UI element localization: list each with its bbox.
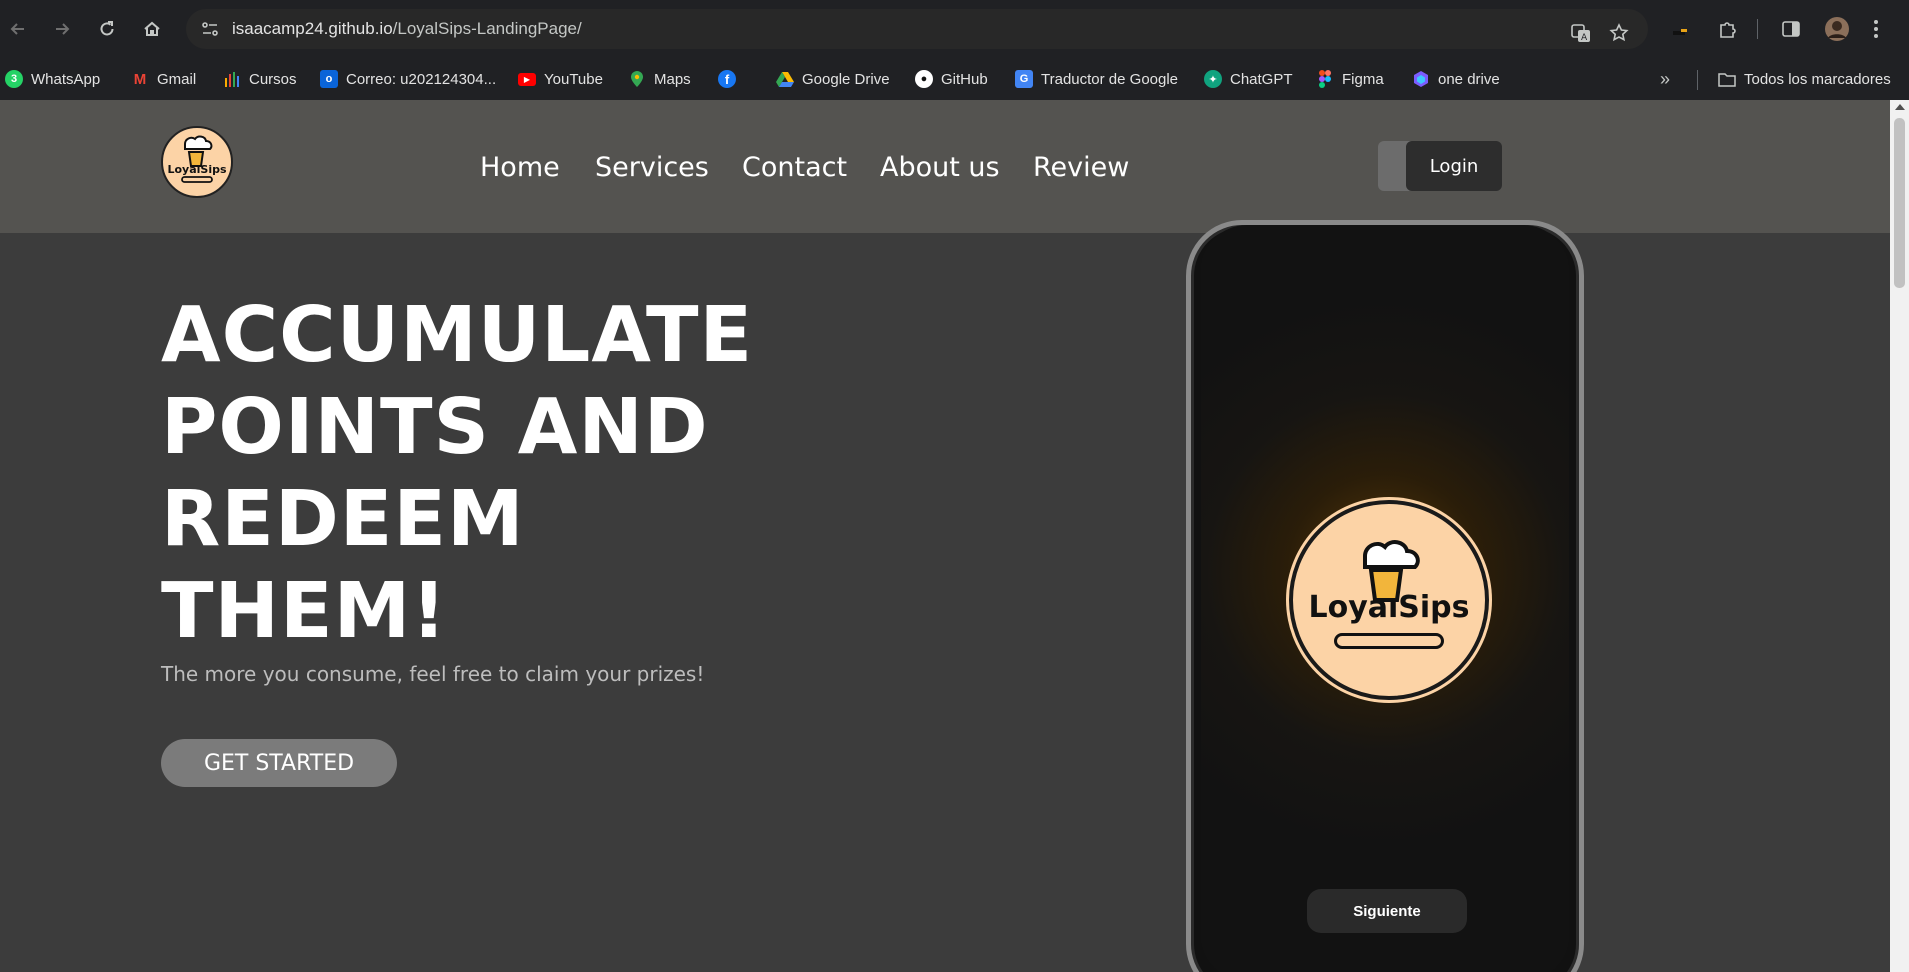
site-header: LoyalSips Home Services Contact About us…	[0, 100, 1890, 233]
svg-text:A: A	[1581, 33, 1588, 43]
bookmark-maps[interactable]: Maps	[628, 68, 691, 90]
site-settings-icon[interactable]	[200, 19, 220, 39]
bookmark-label: Google Drive	[802, 70, 890, 88]
maps-icon	[628, 70, 646, 88]
landing-page: LoyalSips Home Services Contact About us…	[0, 100, 1890, 972]
google-drive-icon	[776, 70, 794, 88]
onedrive-icon	[1412, 70, 1430, 88]
login-button[interactable]: Login	[1406, 141, 1502, 191]
nav-review[interactable]: Review	[1033, 152, 1129, 183]
hero-title-line: POINTS AND	[161, 383, 709, 472]
side-panel-icon[interactable]	[1775, 13, 1807, 45]
translate-icon[interactable]: A	[1566, 18, 1596, 48]
google-translate-icon: G	[1015, 70, 1033, 88]
logo-text: LoyalSips	[167, 163, 226, 176]
extension-icon[interactable]	[1665, 13, 1697, 45]
browser-chrome: isaacamp24.github.io/LoyalSips-LandingPa…	[0, 0, 1909, 100]
hero-title: ACCUMULATE POINTS AND REDEEM THEM!	[161, 290, 861, 658]
beer-logo-icon: LoyalSips	[167, 135, 227, 183]
bookmark-whatsapp[interactable]: 3 WhatsApp	[5, 68, 100, 90]
forward-icon[interactable]	[44, 11, 80, 47]
hero-title-line: REDEEM	[161, 475, 525, 564]
bookmark-label: ChatGPT	[1230, 70, 1293, 88]
bookmark-correo[interactable]: o Correo: u202124304...	[320, 68, 496, 90]
gmail-icon: M	[133, 70, 147, 88]
siguiente-button[interactable]: Siguiente	[1307, 889, 1467, 933]
nav-about-us[interactable]: About us	[880, 152, 1000, 183]
bookmark-traductor[interactable]: G Traductor de Google	[1015, 68, 1178, 90]
bookmark-cursos[interactable]: Cursos	[223, 68, 297, 90]
facebook-icon: f	[718, 70, 736, 88]
extensions-puzzle-icon[interactable]	[1712, 13, 1744, 45]
folder-icon	[1718, 70, 1736, 88]
bookmark-label: Traductor de Google	[1041, 70, 1179, 88]
hero-subtitle: The more you consume, feel free to claim…	[161, 662, 705, 686]
phone-screen: LoyalSips Siguiente	[1201, 225, 1569, 972]
bookmark-github[interactable]: ● GitHub	[915, 68, 988, 90]
bookmark-chatgpt[interactable]: ✦ ChatGPT	[1204, 68, 1293, 90]
bookmark-onedrive[interactable]: one drive	[1412, 68, 1500, 90]
profile-avatar[interactable]	[1821, 13, 1853, 45]
bookmark-figma[interactable]: Figma	[1316, 68, 1384, 90]
bookmark-label: Gmail	[157, 70, 197, 88]
hero-title-line: THEM!	[161, 567, 448, 656]
bookmark-label: YouTube	[544, 70, 603, 88]
back-icon[interactable]	[0, 11, 36, 47]
bookmark-gmail[interactable]: M Gmail	[131, 68, 196, 90]
login-area: Login	[1378, 141, 1502, 191]
page-scrollbar[interactable]	[1890, 100, 1909, 972]
scroll-up-icon[interactable]	[1895, 104, 1905, 110]
whatsapp-icon: 3	[5, 70, 23, 88]
url-text[interactable]: isaacamp24.github.io/LoyalSips-LandingPa…	[232, 19, 582, 39]
bookmark-label: Maps	[654, 70, 691, 88]
bookmark-facebook[interactable]: f	[718, 68, 744, 90]
nav-home[interactable]: Home	[480, 152, 560, 183]
bookmark-label: Correo: u202124304...	[346, 70, 497, 88]
bookmark-label: WhatsApp	[31, 70, 101, 88]
bookmark-star-icon[interactable]	[1604, 18, 1634, 48]
figma-icon	[1316, 70, 1334, 88]
scroll-thumb[interactable]	[1894, 118, 1905, 288]
url-path: /LoyalSips-LandingPage/	[392, 19, 582, 38]
bookmarks-bar: 3 WhatsApp M Gmail Cursos o Correo: u202…	[0, 58, 1909, 100]
cursos-icon	[223, 70, 241, 88]
phone-logo: LoyalSips	[1289, 500, 1489, 700]
hero-title-line: ACCUMULATE	[161, 291, 754, 380]
url-host: isaacamp24.github.io	[232, 19, 393, 38]
get-started-button[interactable]: GET STARTED	[161, 739, 397, 787]
bookmark-google-drive[interactable]: Google Drive	[776, 68, 890, 90]
phone-mockup: LoyalSips Siguiente	[1186, 220, 1584, 972]
toolbar-divider	[1757, 19, 1758, 39]
reload-icon[interactable]	[89, 11, 125, 47]
bookmarks-divider	[1697, 70, 1698, 90]
github-icon: ●	[915, 70, 933, 88]
nav-services[interactable]: Services	[595, 152, 709, 183]
more-bookmarks-icon[interactable]: »	[1660, 68, 1670, 90]
browser-toolbar: isaacamp24.github.io/LoyalSips-LandingPa…	[0, 0, 1909, 58]
bookmark-label: Cursos	[249, 70, 297, 88]
chatgpt-icon: ✦	[1204, 70, 1222, 88]
bookmark-label: one drive	[1438, 70, 1500, 88]
home-icon[interactable]	[134, 11, 170, 47]
bookmark-label: GitHub	[941, 70, 988, 88]
bookmark-label: Figma	[1342, 70, 1384, 88]
bookmark-youtube[interactable]: ▶ YouTube	[518, 68, 603, 90]
address-bar[interactable]: isaacamp24.github.io/LoyalSips-LandingPa…	[186, 9, 1648, 49]
all-bookmarks[interactable]: Todos los marcadores	[1718, 68, 1891, 90]
beer-logo-icon	[1363, 540, 1420, 602]
nav-contact[interactable]: Contact	[742, 152, 847, 183]
outlook-icon: o	[320, 70, 338, 88]
logo[interactable]: LoyalSips	[161, 126, 233, 198]
phone-logo-bar	[1334, 632, 1444, 649]
browser-menu-icon[interactable]	[1860, 13, 1892, 45]
youtube-icon: ▶	[518, 72, 536, 86]
all-bookmarks-label: Todos los marcadores	[1744, 70, 1891, 88]
